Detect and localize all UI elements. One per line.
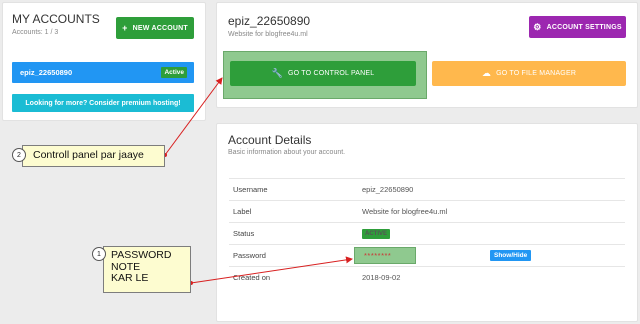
callout-number-badge: 1 (92, 247, 106, 261)
callout-password-note: PASSWORD NOTE KAR LE (103, 246, 191, 293)
callout-line: PASSWORD (111, 249, 172, 261)
callout-text: Controll panel par jaaye (33, 149, 144, 161)
arrow-to-password (190, 256, 353, 284)
callout-control-panel: Controll panel par jaaye (22, 145, 165, 167)
arrow-to-control-panel (164, 77, 223, 156)
callout-number-badge: 2 (12, 148, 26, 162)
callout-line: KAR LE (111, 272, 149, 284)
